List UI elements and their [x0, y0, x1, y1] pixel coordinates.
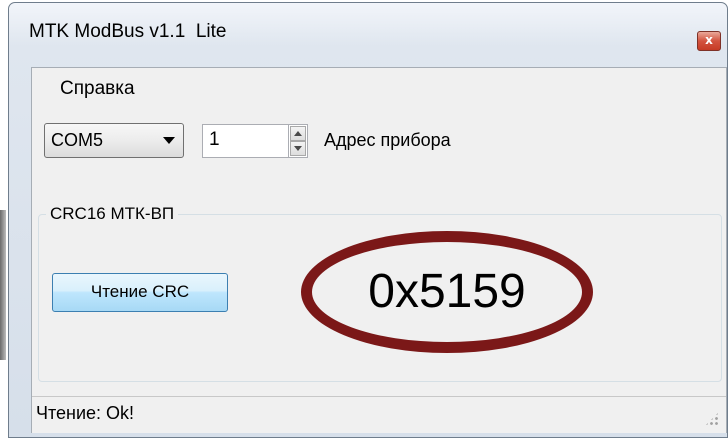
arrow-down-icon — [294, 146, 302, 151]
background-window-edge — [0, 210, 6, 360]
com-port-value: COM5 — [51, 130, 104, 150]
spin-up-button[interactable] — [290, 126, 306, 141]
address-spinner — [288, 124, 308, 158]
close-icon: x — [705, 33, 713, 47]
device-address-label: Адрес прибора — [324, 130, 451, 150]
window-title: MTK ModBus v1.1 Lite — [29, 21, 227, 42]
device-address-input[interactable]: 1 — [202, 124, 288, 158]
read-crc-button[interactable]: Чтение CRC — [52, 273, 228, 312]
status-text: Чтение: Ok! — [36, 403, 135, 423]
resize-grip-icon[interactable] — [704, 411, 720, 427]
spin-down-button[interactable] — [290, 141, 306, 156]
client-area: Справка COM5 1 Адрес прибора CRC16 МТК-В… — [31, 67, 727, 433]
com-port-select[interactable]: COM5 — [44, 123, 184, 158]
close-button[interactable]: x — [697, 31, 721, 51]
app-window: MTK ModBus v1.1 Lite x Справка COM5 1 Ад… — [8, 2, 728, 438]
status-bar: Чтение: Ok! — [32, 396, 726, 433]
crc-group-title: CRC16 МТК-ВП — [46, 204, 179, 224]
crc-value: 0x5159 — [368, 265, 526, 318]
menu-item-help[interactable]: Справка — [60, 78, 135, 100]
chevron-down-icon — [163, 137, 175, 144]
arrow-up-icon — [294, 131, 302, 136]
